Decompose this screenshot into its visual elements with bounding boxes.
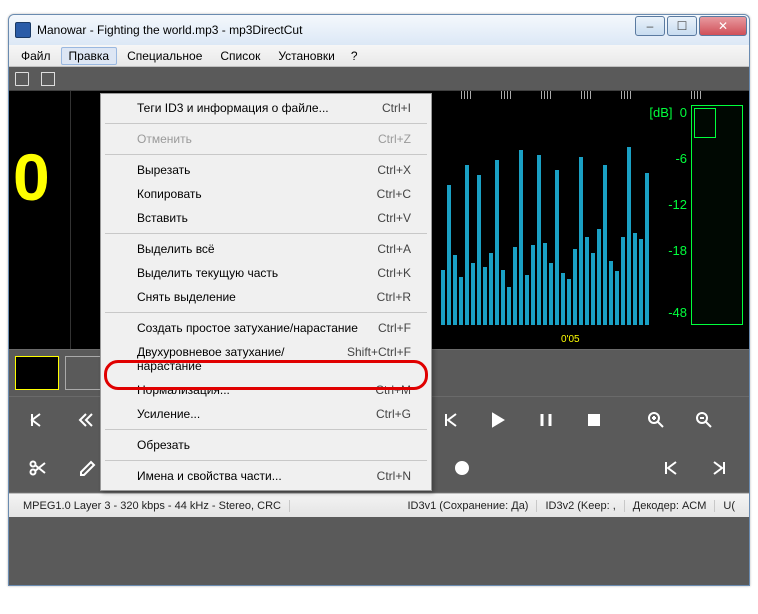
menu-list[interactable]: Список bbox=[212, 47, 268, 65]
status-extra: U( bbox=[715, 500, 743, 512]
status-format: MPEG1.0 Layer 3 - 320 kbps - 44 kHz - St… bbox=[15, 500, 290, 512]
separator bbox=[105, 429, 427, 430]
menu-settings[interactable]: Установки bbox=[270, 47, 342, 65]
edit-menu-dropdown: Теги ID3 и информация о файле... Ctrl+I … bbox=[100, 93, 432, 491]
menu-select-all[interactable]: Выделить всё Ctrl+A bbox=[103, 237, 429, 261]
status-id3v2: ID3v2 (Keep: , bbox=[537, 500, 624, 512]
jump-prev-icon[interactable] bbox=[439, 410, 461, 432]
record-icon[interactable] bbox=[451, 458, 473, 480]
separator bbox=[105, 233, 427, 234]
level-meter bbox=[691, 105, 743, 325]
play-icon[interactable] bbox=[487, 410, 509, 432]
status-bar: MPEG1.0 Layer 3 - 320 kbps - 44 kHz - St… bbox=[9, 493, 749, 517]
separator bbox=[105, 312, 427, 313]
menu-help[interactable]: ? bbox=[345, 47, 364, 65]
db-scale: [dB] 0 -6 -12 -18 -48 bbox=[651, 105, 687, 325]
menu-simple-fade[interactable]: Создать простое затухание/нарастание Ctr… bbox=[103, 316, 429, 340]
open-icon[interactable] bbox=[15, 72, 29, 86]
separator bbox=[105, 460, 427, 461]
pause-icon[interactable] bbox=[535, 410, 557, 432]
rewind-icon[interactable] bbox=[75, 410, 97, 432]
skip-group bbox=[659, 458, 731, 480]
titlebar: Manowar - Fighting the world.mp3 - mp3Di… bbox=[9, 15, 749, 45]
status-decoder: Декодер: ACM bbox=[625, 500, 716, 512]
menu-paste[interactable]: Вставить Ctrl+V bbox=[103, 206, 429, 230]
menu-gain[interactable]: Усиление... Ctrl+G bbox=[103, 402, 429, 426]
status-id3v1: ID3v1 (Сохранение: Да) bbox=[399, 500, 537, 512]
zoom-group bbox=[645, 410, 715, 432]
toolbar bbox=[9, 67, 749, 91]
menu-trim[interactable]: Обрезать bbox=[103, 433, 429, 457]
zoom-out-icon[interactable] bbox=[693, 410, 715, 432]
skip-back-icon[interactable] bbox=[659, 458, 681, 480]
close-button[interactable]: ✕ bbox=[699, 16, 747, 36]
maximize-button[interactable]: ☐ bbox=[667, 16, 697, 36]
play-group bbox=[439, 410, 605, 432]
menu-part-props[interactable]: Имена и свойства части... Ctrl+N bbox=[103, 464, 429, 488]
menu-file[interactable]: Файл bbox=[13, 47, 59, 65]
menu-deselect[interactable]: Снять выделение Ctrl+R bbox=[103, 285, 429, 309]
menu-edit[interactable]: Правка bbox=[61, 47, 118, 65]
stop-icon[interactable] bbox=[583, 410, 605, 432]
scissors-icon[interactable] bbox=[27, 458, 49, 480]
skip-fwd-icon[interactable] bbox=[709, 458, 731, 480]
minimize-button[interactable]: – bbox=[635, 16, 665, 36]
menu-normalize[interactable]: Нормализация... Ctrl+M bbox=[103, 378, 429, 402]
menu-tags-info[interactable]: Теги ID3 и информация о файле... Ctrl+I bbox=[103, 96, 429, 120]
overview-thumb-active[interactable] bbox=[15, 356, 59, 390]
menu-undo: Отменить Ctrl+Z bbox=[103, 127, 429, 151]
level-meter-peak bbox=[694, 108, 716, 138]
pencil-icon[interactable] bbox=[77, 458, 99, 480]
menu-two-level-fade[interactable]: Двухуровневое затухание/нарастание Shift… bbox=[103, 340, 429, 378]
separator bbox=[105, 123, 427, 124]
time-marker: 0'05 bbox=[561, 334, 580, 345]
menu-copy[interactable]: Копировать Ctrl+C bbox=[103, 182, 429, 206]
save-icon[interactable] bbox=[41, 72, 55, 86]
menu-select-current[interactable]: Выделить текущую часть Ctrl+K bbox=[103, 261, 429, 285]
gutter-label: 0 bbox=[13, 139, 50, 215]
menubar: Файл Правка Специальное Список Установки… bbox=[9, 45, 749, 67]
window-buttons: – ☐ ✕ bbox=[635, 16, 747, 36]
zoom-in-icon[interactable] bbox=[645, 410, 667, 432]
menu-special[interactable]: Специальное bbox=[119, 47, 210, 65]
waveform-gutter: 0 bbox=[9, 91, 71, 349]
app-icon bbox=[15, 22, 31, 38]
prev-start-icon[interactable] bbox=[27, 410, 49, 432]
record-group bbox=[451, 458, 473, 480]
separator bbox=[105, 154, 427, 155]
menu-cut[interactable]: Вырезать Ctrl+X bbox=[103, 158, 429, 182]
